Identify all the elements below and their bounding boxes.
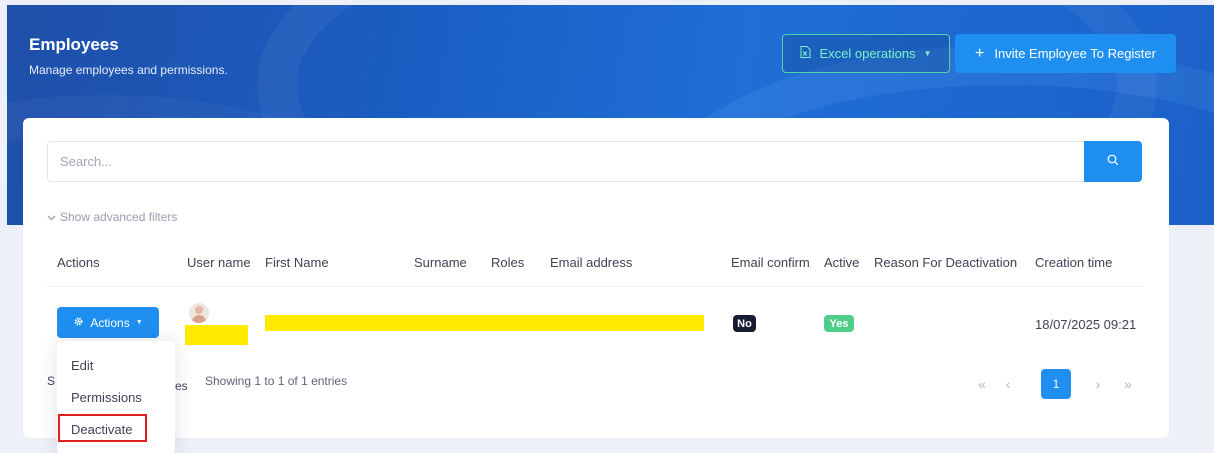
actions-dropdown-menu: Edit Permissions Deactivate [57, 341, 175, 453]
show-advanced-filters-label: Show advanced filters [60, 210, 178, 224]
excel-operations-button[interactable]: Excel operations ▼ [782, 34, 950, 73]
search-input[interactable] [47, 141, 1085, 182]
employees-card: Show advanced filters Actions User name … [23, 118, 1169, 438]
caret-down-icon: ▼ [923, 49, 932, 58]
pagination-prev-button[interactable]: ‹ [993, 369, 1023, 399]
email-confirm-badge: No [733, 315, 756, 332]
page-title: Employees [29, 35, 119, 54]
row-actions-label: Actions [90, 315, 130, 330]
menu-item-edit[interactable]: Edit [71, 358, 93, 373]
column-header-user-name[interactable]: User name [187, 255, 251, 270]
pagination-next-button[interactable]: › [1083, 369, 1113, 399]
redacted-user-name [185, 325, 248, 345]
pagination-page-1[interactable]: 1 [1041, 369, 1071, 399]
redacted-personal-info [265, 315, 704, 331]
entries-info: Showing 1 to 1 of 1 entries [205, 374, 348, 388]
column-header-reason-for-deactivation: Reason For Deactivation [874, 255, 1018, 270]
avatar [189, 303, 209, 323]
search-icon [1107, 153, 1119, 171]
column-header-creation-time[interactable]: Creation time [1035, 255, 1112, 270]
column-header-email-address[interactable]: Email address [550, 255, 632, 270]
excel-file-icon [800, 46, 811, 61]
chevron-down-icon [47, 210, 56, 224]
gear-icon [73, 316, 84, 330]
column-header-roles: Roles [491, 255, 525, 270]
menu-item-permissions[interactable]: Permissions [71, 390, 142, 405]
excel-operations-label: Excel operations [819, 46, 916, 61]
page-size-label-end: es [175, 379, 188, 393]
table-divider [47, 286, 1143, 287]
search-button[interactable] [1084, 141, 1142, 182]
column-header-first-name[interactable]: First Name [265, 255, 329, 270]
caret-down-icon: ▼ [135, 319, 143, 326]
active-badge: Yes [824, 315, 854, 332]
invite-employee-label: Invite Employee To Register [994, 46, 1156, 61]
row-actions-button[interactable]: Actions ▼ [57, 307, 159, 338]
column-header-actions: Actions [57, 255, 100, 270]
pagination-last-button[interactable]: » [1113, 369, 1143, 399]
creation-time-cell: 18/07/2025 09:21 [1035, 317, 1137, 332]
show-advanced-filters-link[interactable]: Show advanced filters [47, 210, 177, 224]
invite-employee-button[interactable]: + Invite Employee To Register [955, 34, 1176, 73]
column-header-active[interactable]: Active [824, 255, 859, 270]
column-header-email-confirm[interactable]: Email confirm [731, 255, 810, 270]
menu-item-deactivate[interactable]: Deactivate [71, 422, 132, 437]
plus-icon: + [975, 44, 985, 62]
page-subtitle: Manage employees and permissions. [29, 63, 228, 77]
column-header-surname[interactable]: Surname [414, 255, 467, 270]
page-size-label-start: S [47, 374, 56, 388]
